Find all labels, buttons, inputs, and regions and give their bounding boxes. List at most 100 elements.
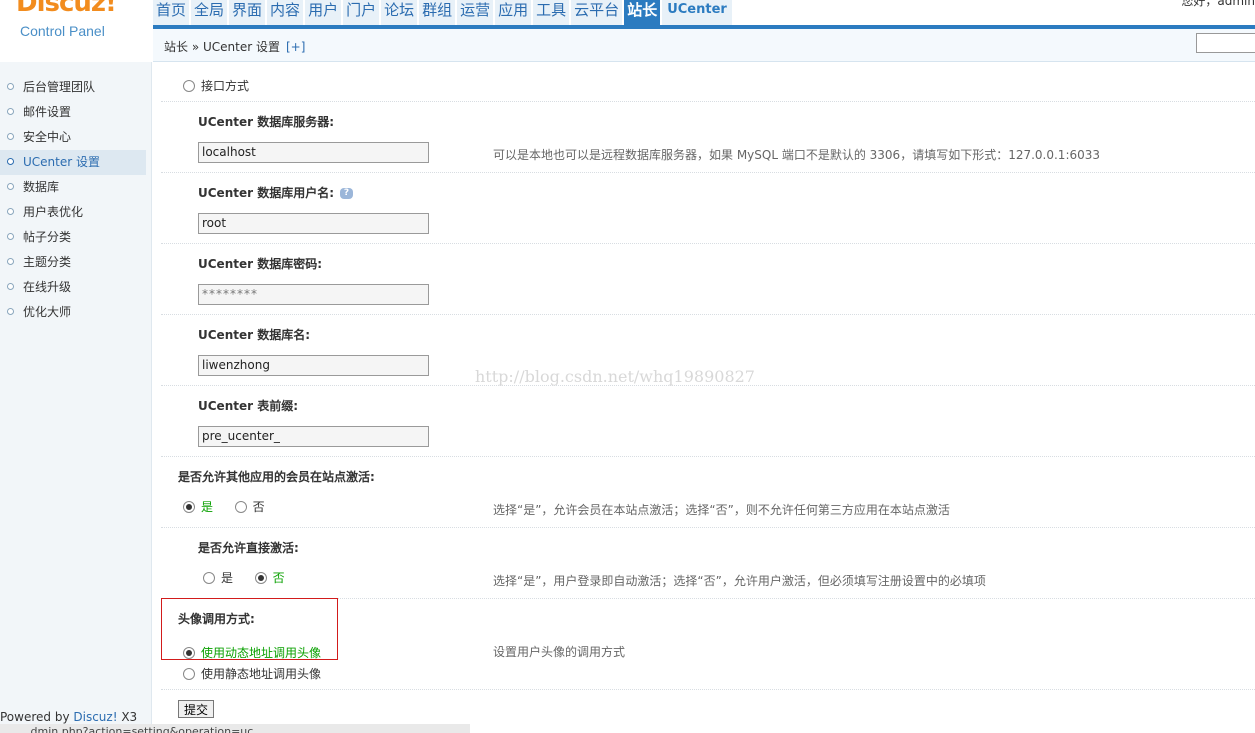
sidebar-item-database[interactable]: 数据库 (0, 175, 146, 200)
discuz-logo[interactable]: Discuz! Control Panel (0, 0, 152, 60)
direct-activate-tip: 选择“是”，用户登录即自动激活；选择“否”，允许用户激活，但必须填写注册设置中的… (493, 574, 986, 588)
bullet-icon (7, 83, 14, 90)
direct-yes-radio[interactable] (203, 571, 215, 584)
breadcrumb-bar: 站长 » UCenter 设置 [+] (153, 29, 1255, 62)
table-prefix-label: UCenter 表前缀: (198, 399, 299, 413)
nav-global[interactable]: 全局 (191, 0, 228, 25)
bullet-icon (7, 308, 14, 315)
direct-no-label: 否 (272, 571, 285, 585)
connect-mode-radio[interactable] (183, 79, 195, 92)
row-divider (161, 689, 1255, 690)
row-divider (161, 314, 1255, 315)
nav-users[interactable]: 用户 (305, 0, 342, 25)
sidebar-item-label: 数据库 (23, 180, 60, 194)
bullet-icon (7, 258, 14, 265)
table-prefix-input[interactable]: pre_ucenter_ (198, 426, 429, 447)
direct-activate-options: 是 否 (203, 569, 285, 586)
sidebar-item-label: 邮件设置 (23, 105, 72, 119)
powered-by: Powered by Discuz! X3 (0, 710, 137, 724)
submit-button[interactable]: 提交 (178, 700, 214, 718)
db-user-label-text: UCenter 数据库用户名: (198, 186, 335, 200)
db-server-tip: 可以是本地也可以是远程数据库服务器，如果 MySQL 端口不是默认的 3306，… (493, 148, 1101, 162)
nav-portal[interactable]: 门户 (343, 0, 380, 25)
sidebar-item-upgrade[interactable]: 在线升级 (0, 275, 146, 300)
nav-operations[interactable]: 运营 (457, 0, 494, 25)
nav-ucenter[interactable]: UCenter (662, 0, 732, 25)
nav-home[interactable]: 首页 (153, 0, 190, 25)
sidebar-item-label: 主题分类 (23, 255, 72, 269)
bullet-icon (7, 233, 14, 240)
db-name-label: UCenter 数据库名: (198, 328, 311, 342)
db-user-input[interactable]: root (198, 213, 429, 234)
nav-content[interactable]: 内容 (267, 0, 304, 25)
row-divider (161, 101, 1255, 102)
db-name-input[interactable]: liwenzhong (198, 355, 429, 376)
sidebar-item-security[interactable]: 安全中心 (0, 125, 146, 150)
allow-other-activate-label: 是否允许其他应用的会员在站点激活: (178, 470, 375, 484)
row-divider (161, 172, 1255, 173)
direct-activate-label: 是否允许直接激活: (198, 541, 299, 555)
db-user-label: UCenter 数据库用户名:? (198, 184, 354, 201)
main-content: 接口方式 UCenter 数据库服务器: localhost 可以是本地也可以是… (153, 62, 1255, 733)
nav-cloud[interactable]: 云平台 (571, 0, 623, 25)
sidebar-item-label: 优化大师 (23, 305, 72, 319)
sidebar-item-label: 后台管理团队 (23, 80, 96, 94)
allow-other-yes-radio[interactable] (183, 500, 195, 513)
help-icon[interactable]: ? (340, 188, 354, 199)
logo-brand: Discuz! (16, 0, 117, 18)
db-server-label: UCenter 数据库服务器: (198, 115, 335, 129)
watermark: http://blog.csdn.net/whq19890827 (475, 367, 755, 386)
powered-prefix: Powered by (0, 710, 74, 724)
powered-version: X3 (117, 710, 138, 724)
db-password-input[interactable]: ******** (198, 284, 429, 305)
sidebar-item-user-table[interactable]: 用户表优化 (0, 200, 146, 225)
sidebar-item-optimizer[interactable]: 优化大师 (0, 300, 146, 325)
avatar-static-radio[interactable] (183, 667, 195, 680)
powered-link[interactable]: Discuz! (73, 710, 117, 724)
bullet-icon (7, 183, 14, 190)
nav-webmaster[interactable]: 站长 (624, 0, 661, 25)
sidebar-item-label: 安全中心 (23, 130, 72, 144)
row-divider (161, 456, 1255, 457)
allow-other-no-label: 否 (252, 500, 265, 514)
breadcrumb: 站长 » UCenter 设置 [+] (164, 38, 305, 55)
highlight-annotation-box (161, 598, 338, 660)
search-input[interactable] (1196, 33, 1255, 53)
bullet-icon (7, 283, 14, 290)
avatar-static-option[interactable]: 使用静态地址调用头像 (183, 665, 321, 682)
bullet-icon (7, 133, 14, 140)
sidebar-item-thread-class[interactable]: 帖子分类 (0, 225, 146, 250)
sidebar-item-topic-class[interactable]: 主题分类 (0, 250, 146, 275)
nav-forum[interactable]: 论坛 (381, 0, 418, 25)
sidebar: 后台管理团队 邮件设置 安全中心 UCenter 设置 数据库 用户表优化 帖子… (0, 62, 152, 733)
nav-interface[interactable]: 界面 (229, 0, 266, 25)
add-shortcut-button[interactable]: [+] (286, 40, 305, 54)
nav-groups[interactable]: 群组 (419, 0, 456, 25)
sidebar-item-label: UCenter 设置 (23, 155, 100, 169)
nav-apps[interactable]: 应用 (495, 0, 532, 25)
allow-other-yes-label: 是 (201, 500, 214, 514)
allow-other-activate-tip: 选择“是”，允许会员在本站点激活；选择“否”，则不允许任何第三方应用在本站点激活 (493, 503, 950, 517)
sidebar-item-label: 用户表优化 (23, 205, 84, 219)
db-server-input[interactable]: localhost (198, 142, 429, 163)
top-navigation: 首页 全局 界面 内容 用户 门户 论坛 群组 运营 应用 工具 云平台 站长 … (153, 0, 734, 25)
connect-mode-option[interactable]: 接口方式 (183, 77, 249, 94)
logo-subtitle: Control Panel (20, 23, 105, 39)
sidebar-menu: 后台管理团队 邮件设置 安全中心 UCenter 设置 数据库 用户表优化 帖子… (0, 75, 146, 325)
sidebar-item-label: 在线升级 (23, 280, 72, 294)
direct-no-radio[interactable] (254, 571, 267, 584)
avatar-mode-tip: 设置用户头像的调用方式 (493, 645, 626, 659)
user-greeting: 您好，admin (1181, 0, 1255, 8)
sidebar-item-admin-team[interactable]: 后台管理团队 (0, 75, 146, 100)
sidebar-item-label: 帖子分类 (23, 230, 72, 244)
row-divider (161, 243, 1255, 244)
sidebar-item-ucenter[interactable]: UCenter 设置 (0, 150, 146, 175)
sidebar-item-mail[interactable]: 邮件设置 (0, 100, 146, 125)
db-password-label: UCenter 数据库密码: (198, 257, 323, 271)
avatar-static-label: 使用静态地址调用头像 (201, 667, 322, 681)
breadcrumb-text: 站长 » UCenter 设置 (164, 40, 280, 54)
bullet-icon (7, 108, 14, 115)
nav-tools[interactable]: 工具 (533, 0, 570, 25)
direct-yes-label: 是 (221, 571, 234, 585)
allow-other-no-radio[interactable] (234, 500, 247, 513)
